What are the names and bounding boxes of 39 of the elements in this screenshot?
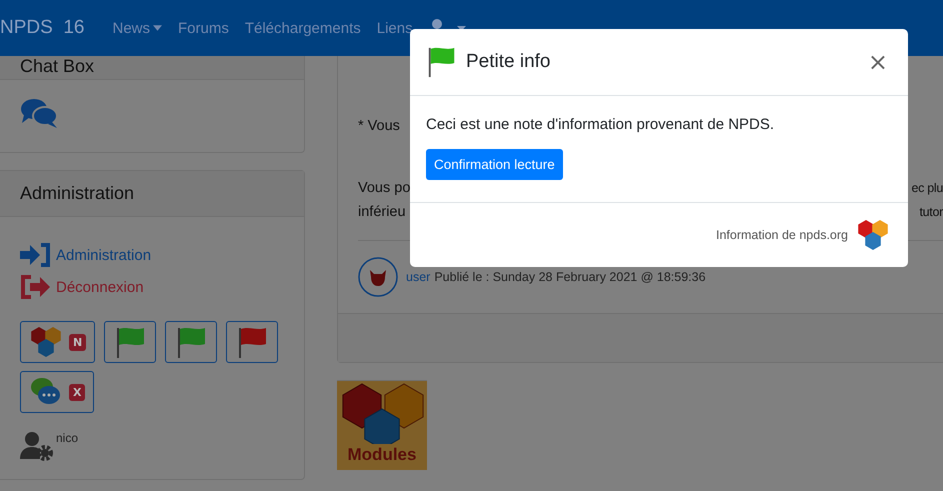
- nav-link[interactable]: Liens: [376, 20, 413, 36]
- shortcut-button[interactable]: [226, 321, 278, 363]
- sidebar-link[interactable]: Administration: [56, 246, 152, 264]
- nav-link[interactable]: News: [112, 20, 162, 36]
- shortcut-button[interactable]: [104, 321, 156, 363]
- article-text: Vous po: [358, 179, 410, 198]
- article-text: ec plu: [911, 180, 943, 197]
- author-link[interactable]: user: [406, 270, 430, 284]
- sign-in-icon: [20, 242, 52, 268]
- confirm-button[interactable]: Confirmation lecture: [426, 149, 563, 180]
- shortcut-button[interactable]: N: [20, 321, 96, 363]
- modules-tile[interactable]: Modules: [337, 380, 427, 470]
- sidebar-link[interactable]: Déconnexion: [56, 278, 144, 296]
- modal-message: Ceci est une note d'information provenant de NPDS.: [426, 116, 776, 133]
- shortcut-button[interactable]: [165, 321, 218, 363]
- nav-link[interactable]: Forums: [178, 20, 229, 36]
- badge: X: [69, 384, 86, 400]
- shortcut-button[interactable]: X: [20, 371, 94, 413]
- article-text: tutor: [919, 204, 943, 221]
- sign-out-icon: [20, 274, 52, 300]
- article-text: inférieu: [358, 203, 406, 222]
- hexagons-icon: [856, 218, 890, 252]
- card-title: Chat Box: [20, 56, 94, 76]
- publish-date: Publié le : Sunday 28 February 2021 @ 18:59:36: [434, 270, 706, 284]
- chat-bubbles-icon[interactable]: [20, 98, 58, 128]
- username: nico: [56, 431, 78, 445]
- brand-link[interactable]: NPDS 16: [0, 17, 84, 39]
- hexagons-icon: [29, 325, 63, 359]
- caret-icon: [153, 25, 162, 31]
- nav-link[interactable]: Téléchargements: [244, 20, 361, 36]
- close-button[interactable]: ×: [864, 48, 892, 76]
- source-text: Information de npds.org: [716, 228, 848, 242]
- card-title: Administration: [20, 183, 134, 203]
- avatar-icon: [358, 257, 398, 297]
- modal-title: Petite info: [466, 51, 552, 73]
- user-settings-icon: [20, 431, 54, 461]
- badge: N: [69, 334, 86, 350]
- article-text: * Vous: [358, 117, 400, 136]
- modules-label: Modules: [348, 444, 416, 466]
